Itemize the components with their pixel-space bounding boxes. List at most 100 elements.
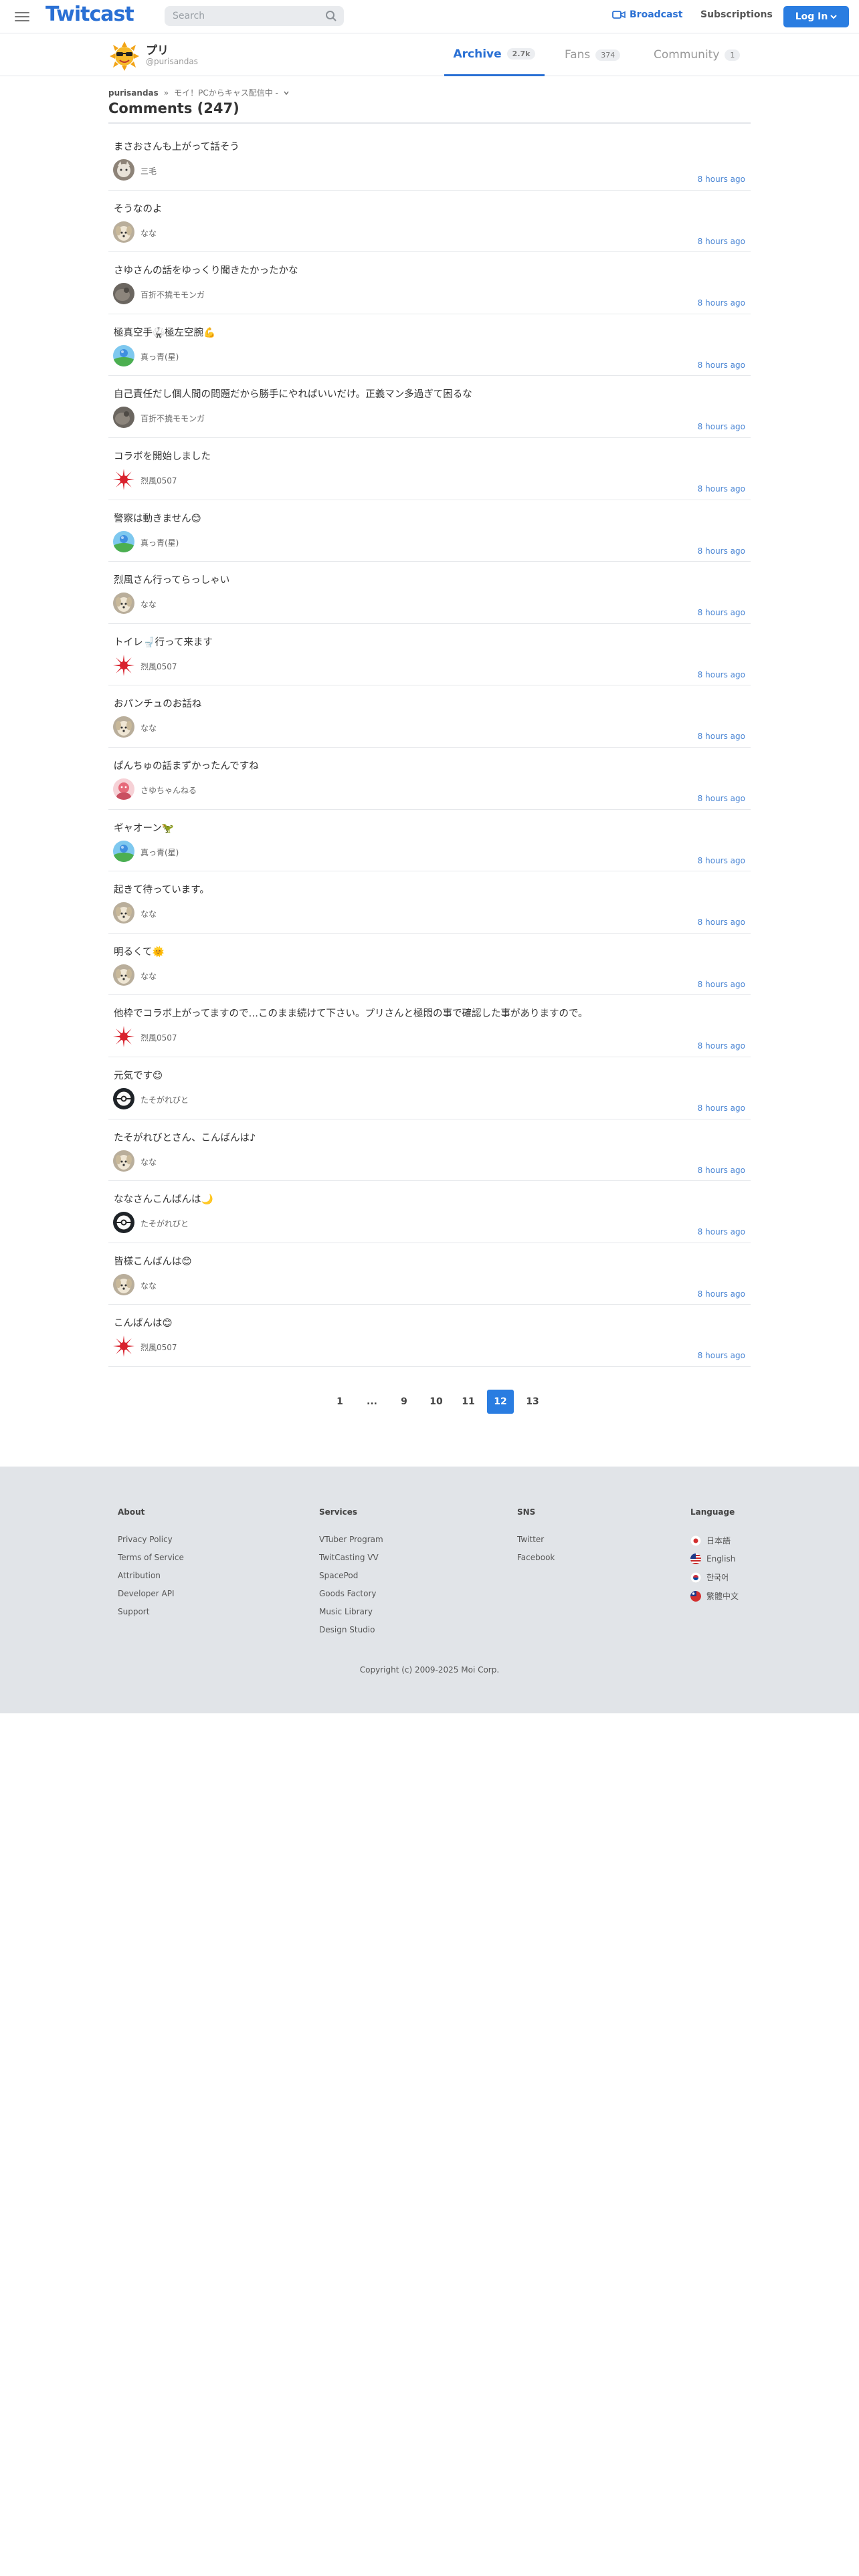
comment-item: こんばんは😊 烈風0507 8 hours ago — [108, 1305, 751, 1367]
user-avatar[interactable] — [113, 530, 134, 552]
comment-username[interactable]: たそがれびと — [140, 1094, 189, 1105]
search-input[interactable] — [165, 6, 312, 26]
user-avatar[interactable] — [113, 1273, 134, 1295]
music-library-link[interactable]: Music Library — [319, 1607, 383, 1616]
comment-username[interactable]: 烈風0507 — [140, 475, 177, 486]
comment-timestamp[interactable]: 8 hours ago — [698, 1103, 745, 1113]
comment-username[interactable]: なな — [140, 1280, 157, 1291]
terms-link[interactable]: Terms of Service — [118, 1553, 184, 1562]
twitter-link[interactable]: Twitter — [517, 1535, 555, 1544]
developer-api-link[interactable]: Developer API — [118, 1589, 184, 1598]
user-avatar[interactable] — [113, 283, 134, 305]
comment-timestamp[interactable]: 8 hours ago — [698, 794, 745, 803]
goods-factory-link[interactable]: Goods Factory — [319, 1589, 383, 1598]
user-avatar[interactable] — [113, 1026, 134, 1048]
page-10-button[interactable]: 10 — [423, 1390, 450, 1414]
comment-username[interactable]: 烈風0507 — [140, 1341, 177, 1353]
comment-username[interactable]: 真っ青(星) — [140, 351, 179, 362]
tab-archive[interactable]: Archive 2.7k — [444, 33, 545, 76]
user-avatar[interactable] — [113, 840, 134, 862]
comment-username[interactable]: なな — [140, 1156, 157, 1168]
comment-username[interactable]: 烈風0507 — [140, 661, 177, 672]
comment-timestamp[interactable]: 8 hours ago — [698, 1351, 745, 1360]
search-icon[interactable] — [325, 10, 337, 22]
comment-timestamp[interactable]: 8 hours ago — [698, 1166, 745, 1175]
breadcrumb-movie[interactable]: モイ！PCからキャス配信中 - — [174, 87, 278, 98]
comment-username[interactable]: なな — [140, 599, 157, 610]
comment-timestamp[interactable]: 8 hours ago — [698, 237, 745, 246]
comment-username[interactable]: 真っ青(星) — [140, 537, 179, 548]
comment-username[interactable]: 真っ青(星) — [140, 847, 179, 858]
user-avatar[interactable] — [113, 1150, 134, 1172]
comment-timestamp[interactable]: 8 hours ago — [698, 918, 745, 927]
broadcast-button[interactable]: Broadcast — [612, 9, 682, 20]
comment-timestamp[interactable]: 8 hours ago — [698, 1041, 745, 1051]
profile-avatar[interactable] — [108, 41, 140, 71]
page-11-button[interactable]: 11 — [455, 1390, 482, 1414]
comment-username[interactable]: なな — [140, 227, 157, 239]
user-avatar[interactable] — [113, 654, 134, 676]
comment-timestamp[interactable]: 8 hours ago — [698, 856, 745, 865]
design-studio-link[interactable]: Design Studio — [319, 1625, 383, 1634]
user-avatar[interactable] — [113, 716, 134, 738]
user-avatar[interactable] — [113, 1212, 134, 1234]
page-13-button[interactable]: 13 — [519, 1390, 546, 1414]
comment-username[interactable]: たそがれびと — [140, 1218, 189, 1229]
language-ko[interactable]: 한국어 — [690, 1572, 739, 1583]
tab-community[interactable]: Community 1 — [654, 33, 741, 76]
comment-timestamp[interactable]: 8 hours ago — [698, 670, 745, 679]
language-en[interactable]: English — [690, 1553, 739, 1564]
language-ja[interactable]: 日本語 — [690, 1535, 739, 1546]
comment-username[interactable]: 三毛 — [140, 165, 157, 177]
user-avatar[interactable] — [113, 407, 134, 429]
attribution-link[interactable]: Attribution — [118, 1571, 184, 1580]
page-9-button[interactable]: 9 — [391, 1390, 417, 1414]
comment-timestamp[interactable]: 8 hours ago — [698, 732, 745, 741]
comment-username[interactable]: さゆちゃんねる — [140, 784, 197, 796]
twitcast-logo[interactable]: Twitcast — [45, 3, 134, 26]
comment-timestamp[interactable]: 8 hours ago — [698, 546, 745, 556]
tab-fans[interactable]: Fans 374 — [565, 33, 621, 76]
comment-timestamp[interactable]: 8 hours ago — [698, 175, 745, 184]
user-avatar[interactable] — [113, 159, 134, 181]
chevron-down-icon[interactable] — [284, 91, 289, 95]
comment-timestamp[interactable]: 8 hours ago — [698, 1227, 745, 1237]
comment-timestamp[interactable]: 8 hours ago — [698, 422, 745, 431]
language-zh-tw[interactable]: 繁體中文 — [690, 1590, 739, 1602]
comment-username[interactable]: なな — [140, 970, 157, 982]
user-avatar[interactable] — [113, 221, 134, 243]
page-12-button[interactable]: 12 — [487, 1390, 514, 1414]
user-avatar[interactable] — [113, 593, 134, 615]
privacy-policy-link[interactable]: Privacy Policy — [118, 1535, 184, 1544]
comment-timestamp[interactable]: 8 hours ago — [698, 484, 745, 494]
user-avatar[interactable] — [113, 468, 134, 490]
twitcasting-vv-link[interactable]: TwitCasting VV — [319, 1553, 383, 1562]
page-1-button[interactable]: 1 — [326, 1390, 353, 1414]
comment-timestamp[interactable]: 8 hours ago — [698, 980, 745, 989]
facebook-link[interactable]: Facebook — [517, 1553, 555, 1562]
user-avatar[interactable] — [113, 1087, 134, 1109]
comment-timestamp[interactable]: 8 hours ago — [698, 298, 745, 308]
breadcrumb-user[interactable]: purisandas — [108, 88, 159, 98]
footer: About Privacy Policy Terms of Service At… — [0, 1467, 859, 1713]
comment-username[interactable]: 百折不撓モモンガ — [140, 289, 205, 300]
user-avatar[interactable] — [113, 902, 134, 924]
user-avatar[interactable] — [113, 344, 134, 366]
login-button[interactable]: Log In — [783, 6, 849, 27]
support-link[interactable]: Support — [118, 1607, 184, 1616]
menu-icon[interactable] — [15, 9, 29, 23]
comment-username[interactable]: 烈風0507 — [140, 1032, 177, 1043]
comment-timestamp[interactable]: 8 hours ago — [698, 360, 745, 370]
comment-timestamp[interactable]: 8 hours ago — [698, 1289, 745, 1299]
user-avatar[interactable] — [113, 964, 134, 986]
comment-username[interactable]: なな — [140, 722, 157, 734]
vtuber-program-link[interactable]: VTuber Program — [319, 1535, 383, 1544]
user-avatar[interactable] — [113, 778, 134, 800]
profile-name[interactable]: プリ — [146, 41, 169, 58]
subscriptions-link[interactable]: Subscriptions — [700, 9, 773, 20]
comment-timestamp[interactable]: 8 hours ago — [698, 608, 745, 617]
spacepod-link[interactable]: SpacePod — [319, 1571, 383, 1580]
user-avatar[interactable] — [113, 1335, 134, 1358]
comment-username[interactable]: 百折不撓モモンガ — [140, 413, 205, 424]
comment-username[interactable]: なな — [140, 908, 157, 920]
